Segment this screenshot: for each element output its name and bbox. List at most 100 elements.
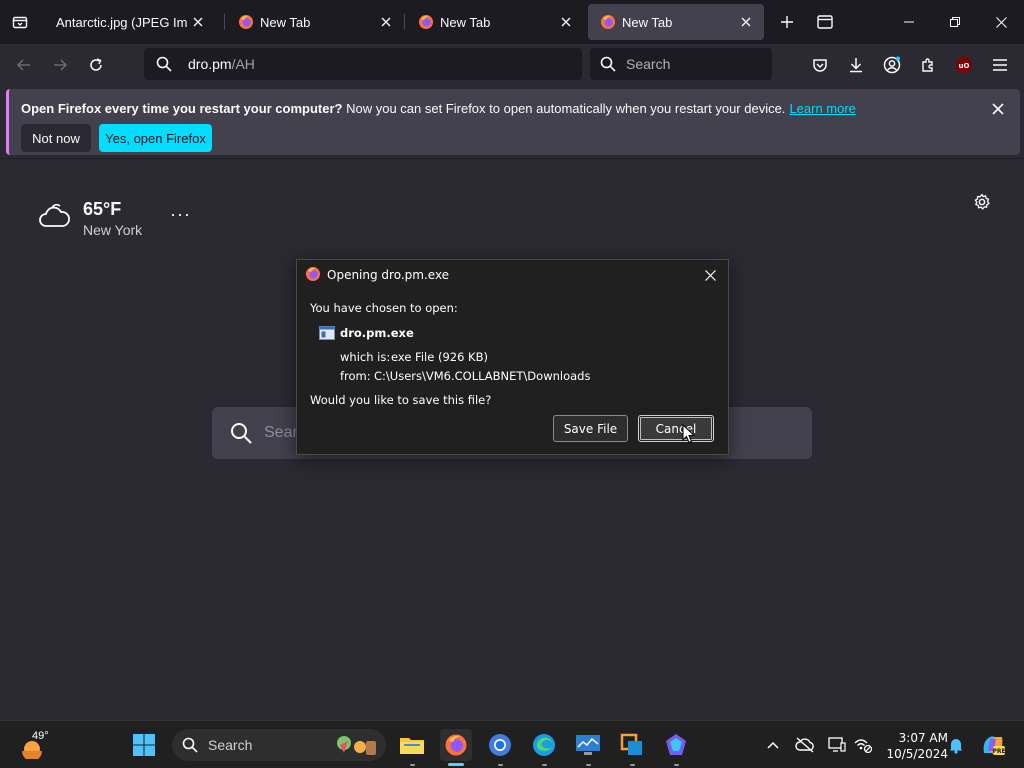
cloudy-weather-icon (39, 203, 70, 227)
display-tray-button[interactable] (825, 733, 849, 757)
forward-button[interactable] (45, 50, 75, 80)
tab-title: Antarctic.jpg (JPEG Image, 2 (56, 14, 188, 30)
firefox-taskbar-button[interactable] (440, 729, 472, 761)
learn-more-link[interactable]: Learn more (789, 101, 855, 116)
tab-strip: Antarctic.jpg (JPEG Image, 2 New Tab New… (0, 0, 1024, 44)
clock-date: 10/5/2024 (886, 747, 948, 761)
weather-location: New York (83, 222, 143, 238)
network-volume-tray-button[interactable] (851, 733, 875, 757)
remote-app-taskbar-button[interactable] (616, 729, 648, 761)
close-icon (995, 16, 1007, 28)
firefox-icon (445, 734, 467, 756)
active-app-indicator (448, 763, 464, 766)
list-all-tabs-button[interactable] (6, 8, 34, 36)
show-hidden-icons-button[interactable] (761, 733, 785, 757)
url-host: dro.pm (188, 56, 232, 72)
close-tab-icon[interactable] (736, 12, 756, 32)
search-icon (156, 56, 172, 72)
copilot-icon: PRE (983, 736, 1006, 755)
tab-new-1[interactable]: New Tab (226, 4, 404, 40)
notification-close-button[interactable] (986, 97, 1010, 121)
mouse-pointer-icon (682, 424, 696, 444)
default-browser-notification: Open Firefox every time you restart your… (6, 89, 1020, 155)
svg-text:uO: uO (959, 62, 970, 70)
tab-separator (404, 14, 405, 30)
weather-widget[interactable]: 65°F New York ··· (38, 196, 198, 242)
account-icon (883, 56, 901, 74)
firefox-icon (239, 15, 253, 29)
taskbar-search-box[interactable]: Search (172, 729, 386, 761)
running-indicator (410, 764, 415, 766)
taskbar-search-label: Search (208, 737, 253, 753)
start-button[interactable] (128, 729, 160, 761)
edge-taskbar-button[interactable] (528, 729, 560, 761)
close-tab-icon[interactable] (556, 12, 576, 32)
bell-icon (949, 739, 963, 754)
taskbar-clock[interactable]: 3:07 AM 10/5/2024 (878, 730, 948, 762)
app-gem-icon (666, 734, 686, 755)
dialog-close-button[interactable] (698, 264, 722, 286)
firefox-icon (419, 15, 433, 29)
running-indicator (674, 764, 679, 766)
pocket-icon (813, 59, 827, 72)
file-explorer-taskbar-button[interactable] (396, 729, 428, 761)
nav-toolbar: dro.pm/AH Search uO (0, 44, 1024, 86)
reload-button[interactable] (81, 50, 111, 80)
hamburger-menu-icon (993, 59, 1007, 71)
url-path: /AH (231, 56, 255, 72)
running-indicator (586, 764, 591, 766)
plus-icon (781, 16, 793, 28)
weather-more-options[interactable]: ··· (170, 204, 191, 225)
extensions-button[interactable] (913, 50, 943, 80)
firefox-view-button[interactable] (811, 8, 839, 36)
save-file-button[interactable]: Save File (553, 415, 628, 442)
downloads-button[interactable] (841, 50, 871, 80)
weather-temperature: 65°F (83, 199, 122, 219)
task-manager-taskbar-button[interactable] (572, 729, 604, 761)
personalize-settings-button[interactable] (970, 190, 994, 214)
copilot-app-taskbar-button[interactable] (660, 729, 692, 761)
ublock-origin-button[interactable]: uO (949, 50, 979, 80)
menu-button[interactable] (985, 50, 1015, 80)
close-window-button[interactable] (978, 0, 1024, 44)
address-bar[interactable]: dro.pm/AH (144, 48, 582, 80)
restore-button[interactable] (932, 0, 978, 44)
chrome-taskbar-button[interactable] (484, 729, 516, 761)
onedrive-tray-button[interactable] (793, 733, 817, 757)
running-indicator (630, 764, 635, 766)
search-icon (182, 737, 198, 753)
notification-text: Now you can set Firefox to open automati… (342, 101, 786, 116)
account-button[interactable] (877, 50, 907, 80)
yes-open-firefox-button[interactable]: Yes, open Firefox (99, 124, 212, 152)
running-indicator (542, 764, 547, 766)
close-icon (992, 103, 1004, 115)
restore-icon (950, 17, 960, 27)
download-icon (850, 58, 862, 73)
not-now-button[interactable]: Not now (21, 124, 91, 152)
remote-desktop-icon (620, 733, 642, 755)
minimize-button[interactable] (886, 0, 932, 44)
cancel-button[interactable]: Cancel (638, 415, 714, 442)
windows-logo-icon (133, 734, 155, 756)
pocket-button[interactable] (805, 50, 835, 80)
opening-file-dialog: Opening dro.pm.exe You have chosen to op… (296, 259, 729, 455)
search-bar[interactable]: Search (590, 48, 772, 80)
close-tab-icon[interactable] (188, 12, 208, 32)
search-icon (231, 423, 252, 444)
new-tab-button[interactable] (773, 8, 801, 36)
copilot-button[interactable]: PRE (979, 733, 1007, 757)
minimize-icon (904, 21, 914, 23)
which-is-label: which is: (340, 350, 391, 364)
tab-new-2[interactable]: New Tab (406, 4, 584, 40)
notifications-button[interactable] (944, 733, 968, 757)
reload-icon (90, 58, 102, 71)
tab-new-3-selected[interactable]: New Tab (588, 4, 764, 40)
firefox-icon (601, 15, 615, 29)
search-icon (600, 56, 616, 72)
forward-arrow-icon (54, 59, 68, 71)
close-tab-icon[interactable] (376, 12, 396, 32)
taskbar-temperature: 49° (32, 730, 49, 742)
back-button[interactable] (9, 50, 39, 80)
tab-antarctic[interactable]: Antarctic.jpg (JPEG Image, 2 (44, 4, 216, 40)
taskbar-weather-widget[interactable]: 49° (18, 729, 58, 761)
